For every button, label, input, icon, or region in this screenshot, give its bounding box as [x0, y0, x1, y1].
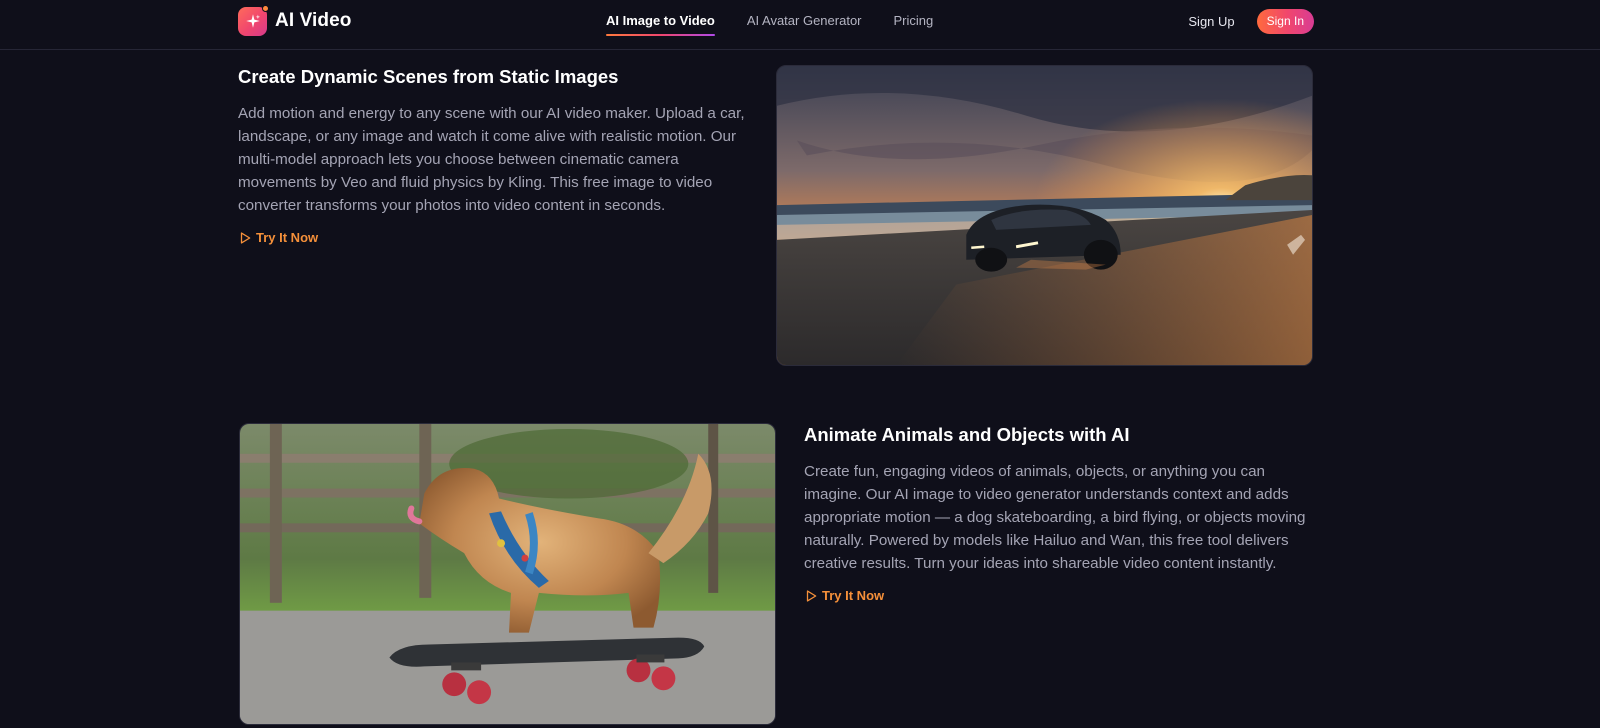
- nav-item-ai-avatar-generator[interactable]: AI Avatar Generator: [747, 0, 862, 49]
- cta-label: Try It Now: [256, 230, 319, 245]
- feature-animate-animals: Animate Animals and Objects with AI Crea…: [804, 423, 1314, 603]
- sparkle-icon: [238, 4, 269, 36]
- logo-text: AI Video: [275, 10, 352, 31]
- nav-item-ai-image-to-video[interactable]: AI Image to Video: [606, 0, 715, 49]
- feature-dynamic-scenes: Create Dynamic Scenes from Static Images…: [238, 65, 748, 245]
- feature-title: Animate Animals and Objects with AI: [804, 424, 1130, 445]
- feature-title: Create Dynamic Scenes from Static Images: [238, 66, 619, 87]
- main-nav: AI Image to Video AI Avatar Generator Pr…: [606, 0, 965, 49]
- nav-active-underline: [606, 34, 715, 36]
- sign-up-link[interactable]: Sign Up: [1188, 14, 1234, 29]
- site-header: AI Video AI Image to Video AI Avatar Gen…: [0, 0, 1600, 50]
- try-it-now-link[interactable]: Try It Now: [238, 230, 748, 245]
- auth-actions: Sign Up Sign In: [1188, 8, 1314, 34]
- nav-item-label: Pricing: [893, 13, 934, 28]
- feature-description: Create fun, engaging videos of animals, …: [804, 463, 1306, 572]
- nav-item-label: AI Avatar Generator: [746, 13, 862, 28]
- sign-in-button[interactable]: Sign In: [1256, 8, 1314, 34]
- play-outline-icon: [806, 589, 817, 602]
- page: AI Video AI Image to Video AI Avatar Gen…: [0, 0, 1600, 728]
- cta-label: Try It Now: [822, 588, 885, 603]
- header-inner: AI Video AI Image to Video AI Avatar Gen…: [238, 0, 1314, 49]
- nav-item-pricing[interactable]: Pricing: [894, 0, 934, 49]
- logo-notification-dot: [262, 4, 269, 12]
- try-it-now-link[interactable]: Try It Now: [804, 588, 1314, 603]
- logo-link[interactable]: AI Video: [238, 4, 352, 36]
- play-outline-icon: [240, 231, 251, 244]
- dog-on-skateboard-image: [239, 423, 776, 725]
- nav-item-label: AI Image to Video: [606, 13, 715, 28]
- sports-car-sunset-image: [776, 65, 1313, 366]
- feature-description: Add motion and energy to any scene with …: [238, 105, 745, 214]
